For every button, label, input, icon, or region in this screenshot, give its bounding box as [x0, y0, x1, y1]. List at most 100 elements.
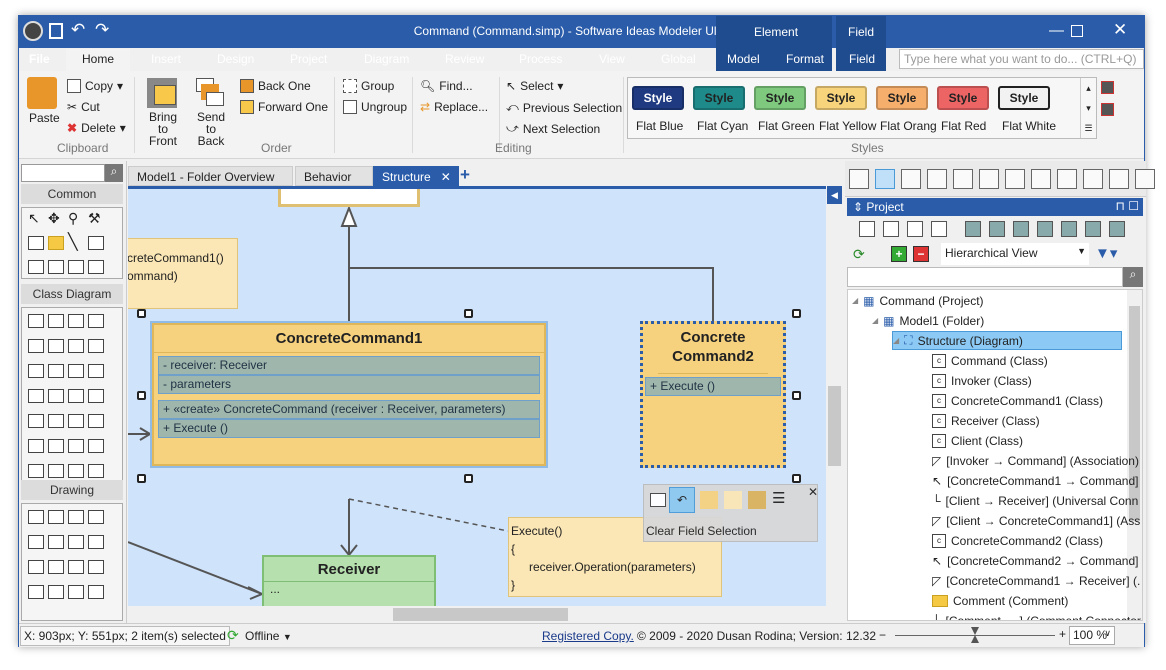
project-search-input[interactable] — [847, 267, 1123, 287]
tree-item[interactable]: └ [Client → Receiver] (Universal Conn — [932, 491, 1138, 510]
project-tool-icon[interactable] — [989, 221, 1005, 237]
tool-icon[interactable] — [88, 464, 104, 478]
zoom-icon[interactable]: ⚲ — [68, 210, 78, 227]
connector-icon[interactable] — [28, 510, 44, 524]
frame-icon[interactable] — [88, 535, 104, 549]
style-button[interactable]: Style — [632, 86, 684, 110]
close-toolbar-icon[interactable]: ✕ — [808, 485, 818, 499]
arrow-icon[interactable] — [48, 510, 64, 524]
back-one-button[interactable]: Back One — [240, 79, 311, 93]
tree-item[interactable]: c ConcreteCommand1 (Class) — [932, 391, 1103, 410]
composition-icon[interactable] — [88, 389, 104, 403]
tab-insert[interactable]: Insert — [151, 52, 181, 66]
tree-item[interactable]: ◸ [ConcreteCommand1 → Receiver] (. — [932, 571, 1140, 590]
insert-space-icon[interactable] — [28, 236, 44, 250]
parallelogram-icon[interactable] — [48, 585, 64, 599]
tree-item[interactable]: Comment (Comment) — [932, 591, 1068, 610]
panel-tab-icon[interactable] — [1135, 169, 1155, 189]
selection-handle[interactable] — [792, 474, 801, 483]
containment-icon[interactable] — [68, 414, 84, 428]
tab-view[interactable]: View — [599, 52, 625, 66]
toolbox-section-class-diagram[interactable]: Class Diagram — [21, 284, 123, 304]
lines-icon[interactable]: ☰ — [772, 489, 785, 507]
scroll-thumb[interactable] — [828, 386, 841, 466]
boundary-icon[interactable] — [88, 260, 104, 274]
expander-icon[interactable]: ◢ — [872, 316, 878, 325]
line-tool-icon[interactable]: ╲ — [68, 232, 78, 252]
project-tool-icon[interactable] — [1037, 221, 1053, 237]
tree-item[interactable]: └ [Comment → ] (Comment Connector — [932, 611, 1141, 621]
attribute-row[interactable]: - parameters — [158, 375, 540, 394]
tree-item[interactable]: c Command (Class) — [932, 351, 1048, 370]
doc-tab-folder-overview[interactable]: Model1 - Folder Overview — [128, 166, 293, 186]
style-button[interactable]: Style — [998, 86, 1050, 110]
panel-tab-icon[interactable] — [1083, 169, 1103, 189]
star-icon[interactable] — [88, 585, 104, 599]
toolbox-section-drawing[interactable]: Drawing — [21, 480, 123, 500]
zoom-out-button[interactable]: − — [879, 628, 886, 642]
minimize-button[interactable]: — — [1049, 22, 1064, 39]
style-button[interactable]: Style — [815, 86, 867, 110]
style-button[interactable]: Style — [754, 86, 806, 110]
operation-row[interactable]: + Execute () — [158, 419, 540, 438]
doc-tab-structure[interactable]: Structure ✕ — [373, 166, 459, 186]
operation-row[interactable]: + «create» ConcreteCommand (receiver : R… — [158, 400, 540, 419]
color-swatch[interactable] — [724, 491, 742, 509]
connector-icon[interactable] — [28, 439, 44, 453]
registered-copy-link[interactable]: Registered Copy. — [542, 629, 634, 643]
association-class-icon[interactable] — [28, 414, 44, 428]
ellipse-icon[interactable] — [28, 535, 44, 549]
pointer-icon[interactable]: ↖ — [28, 210, 40, 227]
command-class-box[interactable] — [278, 189, 420, 207]
tool-icon[interactable] — [88, 439, 104, 453]
enumeration-icon[interactable] — [88, 314, 104, 328]
view-mode-select[interactable]: Hierarchical View ▼ — [941, 243, 1089, 265]
tab-diagram[interactable]: Diagram — [364, 52, 409, 66]
doc-tab-behavior[interactable]: Behavior — [295, 166, 373, 186]
tool-icon[interactable] — [28, 464, 44, 478]
tab-home[interactable]: Home — [66, 49, 131, 71]
zoom-in-button[interactable]: + — [1059, 627, 1066, 641]
link-icon[interactable] — [48, 414, 64, 428]
circle-icon[interactable] — [28, 585, 44, 599]
horizontal-scrollbar[interactable] — [128, 606, 826, 623]
project-tool-icon[interactable] — [1013, 221, 1029, 237]
add-tab-icon[interactable]: + — [460, 165, 470, 185]
tree-item[interactable]: ◸ [Client → ConcreteCommand1] (Ass — [932, 511, 1140, 530]
comment-tool-icon[interactable] — [48, 236, 64, 250]
selection-handle[interactable] — [792, 391, 801, 400]
comment-note[interactable]: creteCommand1() ommand) — [128, 238, 238, 309]
use-case-icon[interactable] — [28, 364, 44, 378]
filter-icon[interactable]: ▼▾ — [1095, 244, 1117, 262]
selection-handle[interactable] — [464, 309, 473, 318]
tree-item[interactable]: ↖ [ConcreteCommand2 → Command] — [932, 551, 1138, 570]
style-reset-icon[interactable] — [1101, 103, 1114, 116]
actor-icon[interactable] — [48, 364, 64, 378]
project-tool-icon[interactable] — [1085, 221, 1101, 237]
online-status-dropdown[interactable]: Offline ▼ — [245, 629, 292, 643]
panel-tab-icon[interactable] — [953, 169, 973, 189]
tab-format[interactable]: Format — [786, 52, 824, 66]
tool-icon[interactable] — [68, 464, 84, 478]
primitive-icon[interactable] — [68, 339, 84, 353]
panel-tab-icon[interactable] — [927, 169, 947, 189]
selection-handle[interactable] — [792, 309, 801, 318]
project-tool-icon[interactable] — [883, 221, 899, 237]
interface-icon[interactable] — [28, 339, 44, 353]
tab-model[interactable]: Model — [727, 52, 760, 66]
tree-item[interactable]: c Receiver (Class) — [932, 411, 1040, 430]
panel-tab-icon[interactable] — [1031, 169, 1051, 189]
forward-one-button[interactable]: Forward One — [240, 100, 328, 114]
selection-handle[interactable] — [464, 474, 473, 483]
search-icon[interactable]: ⌕ — [1123, 267, 1143, 287]
toolbox-search-input[interactable] — [21, 164, 105, 182]
tree-item[interactable]: ◢ ⛶ Structure (Diagram) — [892, 331, 1122, 350]
style-manage-icon[interactable] — [1101, 81, 1114, 94]
selection-handle[interactable] — [137, 309, 146, 318]
replace-button[interactable]: ⇄ Replace... — [420, 100, 488, 114]
find-button[interactable]: 🔍︎ Find... — [420, 79, 473, 93]
class-concretecommand2[interactable]: Concrete Command2 + Execute () — [640, 321, 786, 468]
project-tool-icon[interactable] — [931, 221, 947, 237]
send-to-back-button[interactable]: Send to Back — [191, 111, 231, 147]
collapse-all-icon[interactable]: − — [913, 246, 929, 262]
